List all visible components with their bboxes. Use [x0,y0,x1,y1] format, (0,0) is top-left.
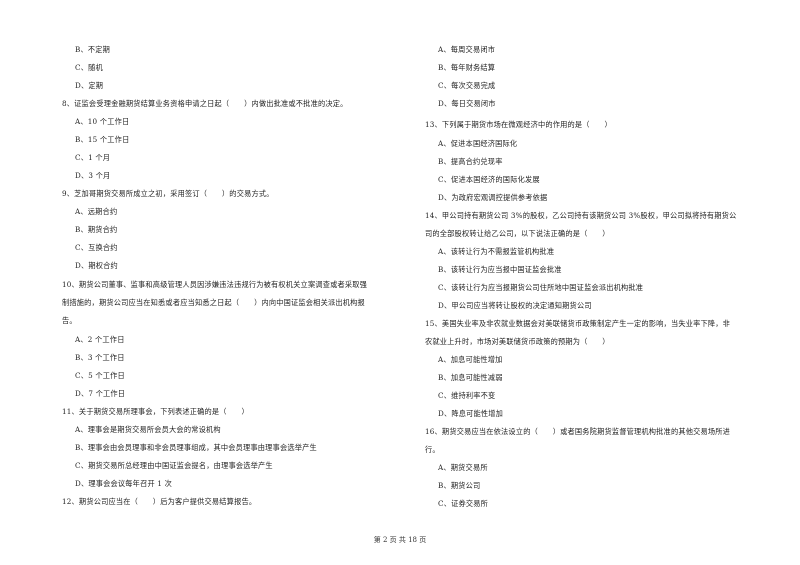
question-14-stem-line-2: 司的全部股权转让给乙公司，以下说法正确的是（ ） [425,229,610,238]
option-q7-d: D、定期 [75,81,104,90]
question-10-stem-line-1: 10、期货公司董事、监事和高级管理人员因涉嫌违法违规行为被有权机关立案调查或者采… [62,280,368,289]
option-q10-b: B、3 个工作日 [75,353,125,362]
option-q13-b: B、提高合约兑现率 [438,157,503,166]
option-q12-a: A、每周交易闭市 [438,45,496,54]
option-q12-d: D、每日交易闭市 [438,99,496,108]
option-q10-c: C、5 个工作日 [75,371,125,380]
question-12-stem: 12、期货公司应当在（ ）后为客户提供交易结算报告。 [62,497,257,506]
question-8-stem: 8、证监会受理金融期货结算业务资格申请之日起（ ）内做出批准或不批准的决定。 [62,99,348,108]
option-q12-b: B、每年财务结算 [438,63,496,72]
option-q7-b: B、不定期 [75,45,111,54]
option-q11-d: D、理事会会议每年召开 1 次 [75,479,172,488]
option-q11-a: A、理事会是期货交易所会员大会的常设机构 [75,425,221,434]
option-q8-b: B、15 个工作日 [75,135,130,144]
question-15-stem-line-2: 农就业上升时，市场对美联储货币政策的预期为（ ） [425,337,610,346]
option-q15-d: D、降息可能性增加 [438,409,504,418]
option-q13-c: C、促进本国经济的国际化发展 [438,175,540,184]
option-q16-a: A、期货交易所 [438,463,488,472]
option-q15-c: C、维持利率不变 [438,391,496,400]
option-q15-a: A、加息可能性增加 [438,355,503,364]
option-q13-a: A、促进本国经济国际化 [438,139,518,148]
question-15-stem-line-1: 15、美国失业率及非农就业数据会对美联储货币政策制定产生一定的影响，当失业率下降… [425,319,731,328]
question-16-stem-line-1: 16、期货交易应当在依法设立的（ ）或者国务院期货监督管理机构批准的其他交易场所… [425,427,731,436]
option-q8-a: A、10 个工作日 [75,117,130,126]
question-10-stem-line-3: 告。 [62,316,77,325]
question-9-stem: 9、芝加哥期货交易所成立之初，采用签订（ ）的交易方式。 [62,189,274,198]
option-q8-c: C、1 个月 [75,153,111,162]
option-q14-a: A、该转让行为不需报监管机构批准 [438,247,555,256]
question-16-stem-line-2: 行。 [425,445,440,454]
question-13-stem: 13、下列属于期货市场在微观经济中的作用的是（ ） [425,120,612,129]
option-q11-b: B、理事会由会员理事和非会员理事组成，其中会员理事由理事会选举产生 [75,443,317,452]
option-q11-c: C、期货交易所总经理由中国证监会提名，由理事会选举产生 [75,461,273,470]
option-q9-a: A、远期合约 [75,207,118,216]
option-q15-b: B、加息可能性减弱 [438,373,503,382]
option-q14-c: C、该转让行为应当报期货公司住所地中国证监会派出机构批准 [438,283,644,292]
option-q7-c: C、随机 [75,63,103,72]
question-14-stem-line-1: 14、甲公司持有期货公司 3%的股权，乙公司持有该期货公司 3%股权，甲公司拟将… [425,211,737,220]
option-q10-a: A、2 个工作日 [75,335,125,344]
option-q16-c: C、证券交易所 [438,499,489,508]
question-11-stem: 11、关于期货交易所理事会，下列表述正确的是（ ） [62,407,249,416]
question-10-stem-line-2: 制措施的，期货公司应当在知悉或者应当知悉之日起（ ）内向中国证监会相关派出机构报 [62,298,365,307]
option-q12-c: C、每次交易完成 [438,81,496,90]
option-q9-b: B、期货合约 [75,225,118,234]
option-q16-b: B、期货公司 [438,481,481,490]
page-footer: 第 2 页 共 18 页 [373,536,427,544]
option-q14-b: B、该转让行为应当报中国证监会批准 [438,265,562,274]
option-q14-d: D、甲公司应当将转让股权的决定通知期货公司 [438,301,592,310]
option-q8-d: D、3 个月 [75,171,111,180]
option-q13-d: D、为政府宏观调控提供参考依据 [438,193,548,202]
option-q9-d: D、期权合约 [75,261,118,270]
option-q10-d: D、7 个工作日 [75,389,126,398]
option-q9-c: C、互换合约 [75,243,118,252]
